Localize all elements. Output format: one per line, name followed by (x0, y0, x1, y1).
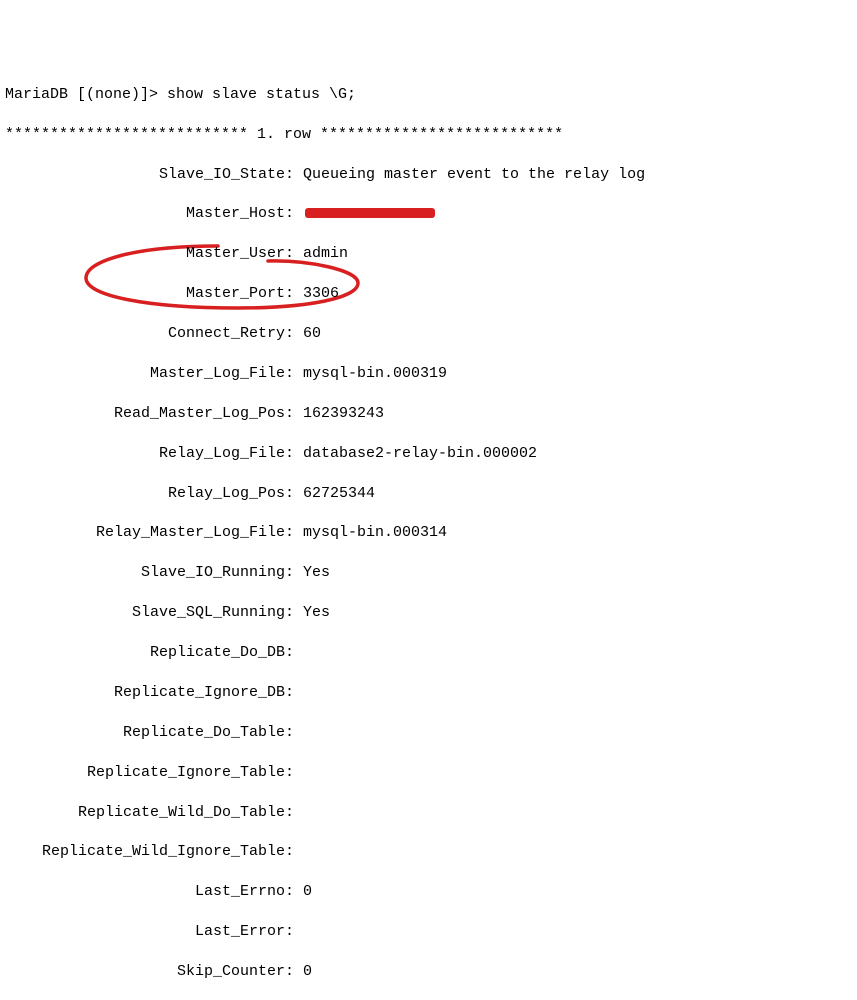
field-label: Replicate_Do_Table (5, 723, 285, 743)
field-label: Relay_Master_Log_File (5, 523, 285, 543)
field-value: 3306 (303, 285, 339, 302)
field-row: Skip_Counter: 0 (5, 962, 852, 982)
field-label: Replicate_Wild_Ignore_Table (5, 842, 285, 862)
field-label: Replicate_Wild_Do_Table (5, 803, 285, 823)
field-row: Master_User: admin (5, 244, 852, 264)
field-value: 62725344 (303, 485, 375, 502)
field-value: 162393243 (303, 405, 384, 422)
field-value: 60 (303, 325, 321, 342)
redaction-mark (305, 208, 435, 218)
row-header: *************************** 1. row *****… (5, 125, 852, 145)
field-label: Skip_Counter (5, 962, 285, 982)
field-label: Relay_Log_Pos (5, 484, 285, 504)
field-label: Master_Log_File (5, 364, 285, 384)
field-row: Replicate_Ignore_Table: (5, 763, 852, 783)
field-value: mysql-bin.000319 (303, 365, 447, 382)
field-row: Last_Error: (5, 922, 852, 942)
prompt-line: MariaDB [(none)]> show slave status \G; (5, 85, 852, 105)
field-label: Master_Port (5, 284, 285, 304)
field-row: Read_Master_Log_Pos: 162393243 (5, 404, 852, 424)
field-label: Last_Error (5, 922, 285, 942)
field-label: Slave_SQL_Running (5, 603, 285, 623)
field-label: Last_Errno (5, 882, 285, 902)
field-row: Master_Port: 3306 (5, 284, 852, 304)
field-value: admin (303, 245, 348, 262)
field-value: mysql-bin.000314 (303, 524, 447, 541)
field-label: Read_Master_Log_Pos (5, 404, 285, 424)
field-row: Master_Log_File: mysql-bin.000319 (5, 364, 852, 384)
field-label: Replicate_Ignore_DB (5, 683, 285, 703)
field-value: 0 (303, 963, 312, 980)
field-label: Master_Host (5, 204, 285, 224)
field-row: Slave_IO_Running: Yes (5, 563, 852, 583)
field-value: database2-relay-bin.000002 (303, 445, 537, 462)
field-row: Replicate_Wild_Do_Table: (5, 803, 852, 823)
field-row: Master_Host: (5, 204, 852, 224)
field-label: Slave_IO_Running (5, 563, 285, 583)
field-row: Replicate_Do_Table: (5, 723, 852, 743)
field-row: Relay_Log_Pos: 62725344 (5, 484, 852, 504)
field-value: Queueing master event to the relay log (303, 166, 645, 183)
field-value: 0 (303, 883, 312, 900)
field-row: Last_Errno: 0 (5, 882, 852, 902)
field-label: Replicate_Ignore_Table (5, 763, 285, 783)
field-value: Yes (303, 564, 330, 581)
field-row: Replicate_Ignore_DB: (5, 683, 852, 703)
field-label: Master_User (5, 244, 285, 264)
field-row: Replicate_Wild_Ignore_Table: (5, 842, 852, 862)
field-row: Relay_Master_Log_File: mysql-bin.000314 (5, 523, 852, 543)
field-label: Relay_Log_File (5, 444, 285, 464)
field-row: Connect_Retry: 60 (5, 324, 852, 344)
field-row: Relay_Log_File: database2-relay-bin.0000… (5, 444, 852, 464)
field-row: Slave_SQL_Running: Yes (5, 603, 852, 623)
field-row: Slave_IO_State: Queueing master event to… (5, 165, 852, 185)
field-value: Yes (303, 604, 330, 621)
field-label: Replicate_Do_DB (5, 643, 285, 663)
field-label: Slave_IO_State (5, 165, 285, 185)
field-row: Replicate_Do_DB: (5, 643, 852, 663)
field-label: Connect_Retry (5, 324, 285, 344)
